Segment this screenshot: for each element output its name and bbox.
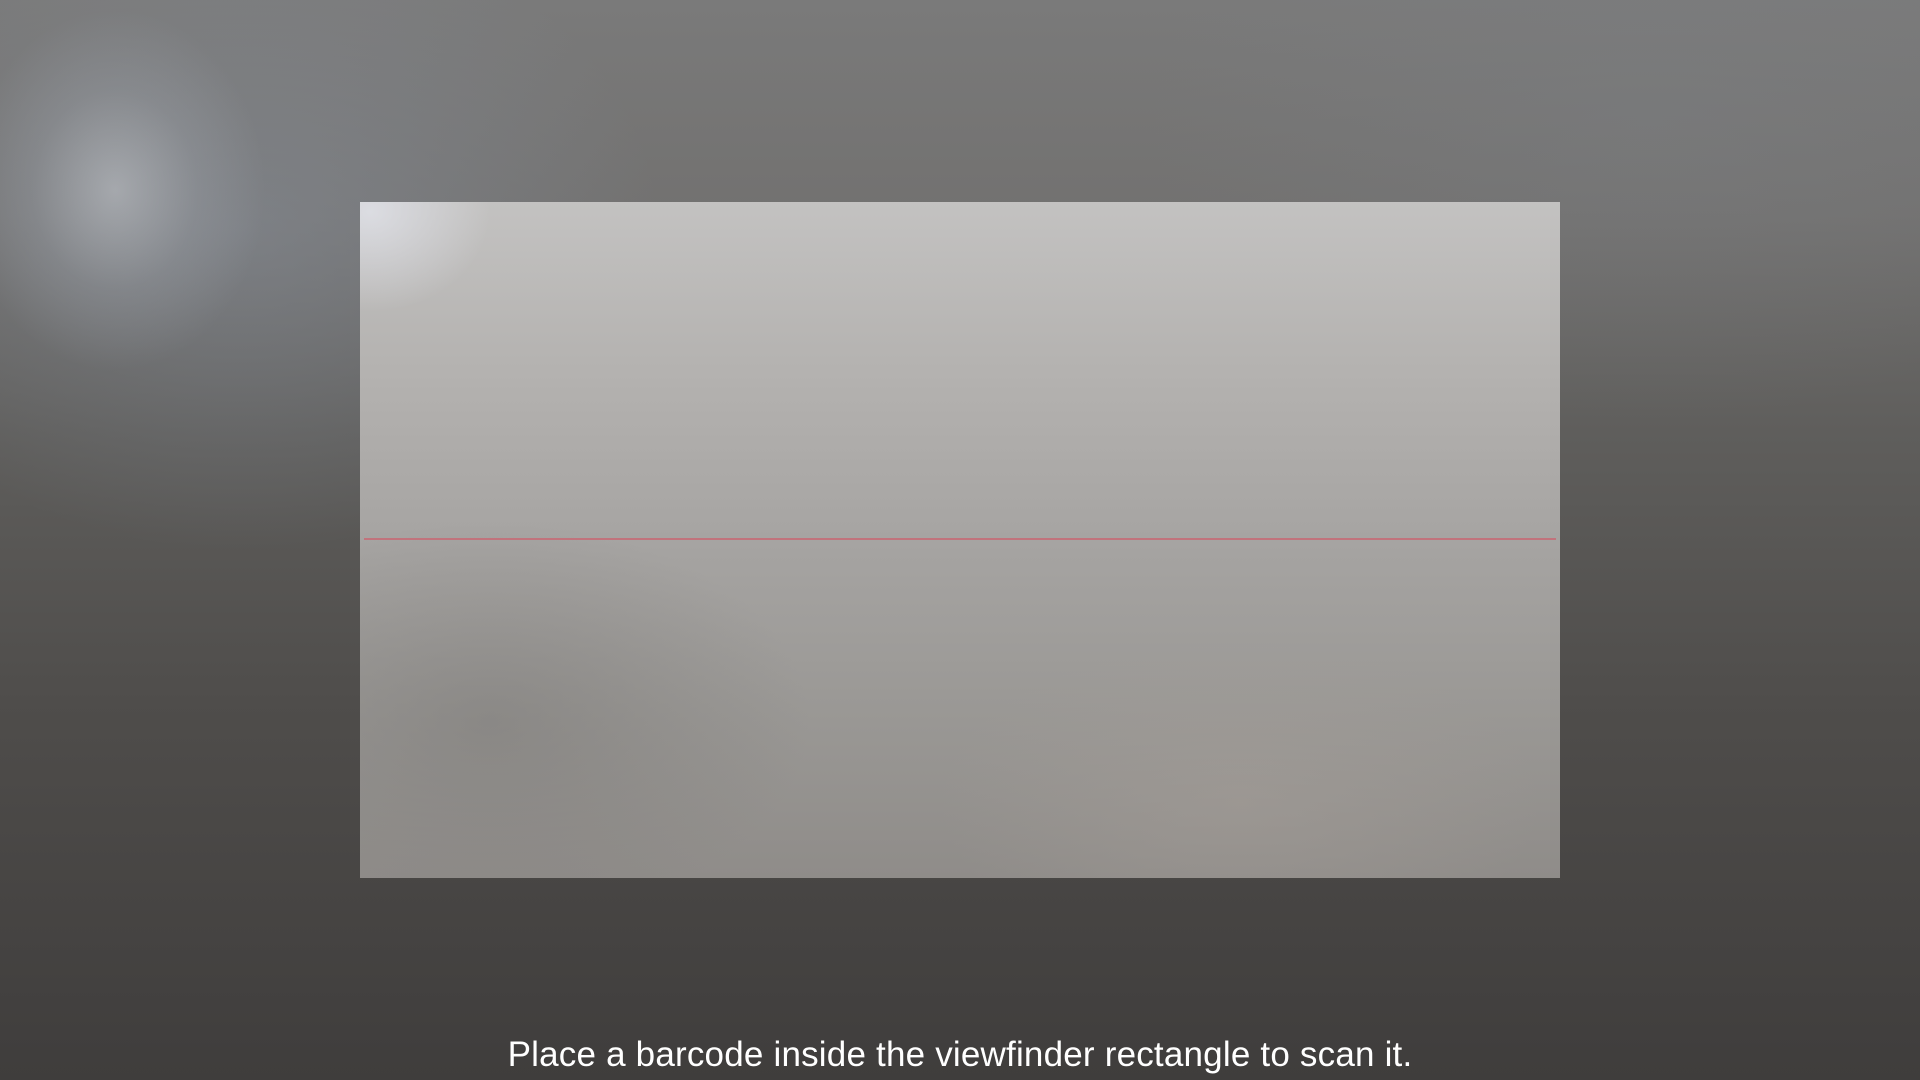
laser-scan-line	[364, 538, 1556, 540]
viewfinder-rectangle	[360, 202, 1560, 878]
status-hint-text: Place a barcode inside the viewfinder re…	[507, 1035, 1413, 1074]
